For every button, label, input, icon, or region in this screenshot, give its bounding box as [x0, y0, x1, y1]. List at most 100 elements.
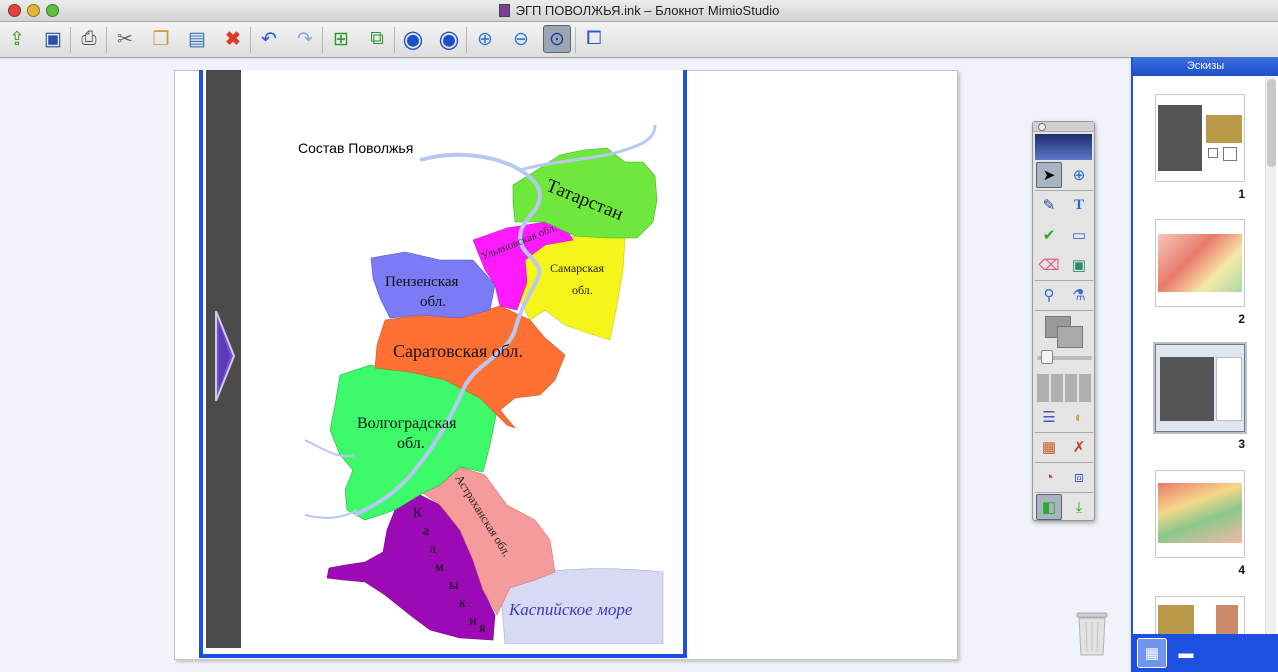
sidebar-header: Эскизы	[1133, 57, 1278, 76]
thumbnail-preview	[1155, 219, 1245, 307]
line-style-icon[interactable]: ☰	[1036, 404, 1062, 430]
zoom-out-icon[interactable]: ⊖	[507, 25, 535, 53]
kalmykia-letter: ы	[449, 578, 459, 593]
sidebar-tabs: ▦ ▬	[1133, 634, 1278, 672]
duplicate-page-icon[interactable]: ⧉	[363, 25, 391, 53]
kalmykia-letter: м	[435, 560, 444, 575]
page-thumbnail-3[interactable]: 3	[1153, 342, 1247, 451]
expand-panel-tab[interactable]	[214, 311, 236, 401]
zoom-in-icon[interactable]: ⊕	[471, 25, 499, 53]
settings-tool-icon[interactable]: ✗	[1066, 434, 1092, 460]
save-icon[interactable]: ▣	[39, 25, 67, 53]
toolbar-separator	[70, 27, 71, 53]
spotlight-tool-icon[interactable]: ◧	[1036, 494, 1062, 520]
kalmykia-letter: а	[423, 524, 430, 539]
eraser-tool-icon[interactable]: ⌫	[1036, 252, 1062, 278]
fill-color-swatch[interactable]	[1057, 326, 1083, 348]
label-samara-line-1: Самарская	[550, 261, 604, 275]
line-width-grid[interactable]	[1037, 374, 1092, 402]
thumbnail-preview	[1155, 596, 1245, 636]
toolbar-separator	[466, 27, 467, 53]
toolbar-separator	[106, 27, 107, 53]
print-icon[interactable]: ⎙	[75, 25, 103, 53]
undo-icon[interactable]: ↶	[255, 25, 283, 53]
sidebar-scroll-thumb[interactable]	[1267, 79, 1276, 167]
document-icon	[498, 4, 510, 17]
eyedropper-tool-icon[interactable]: ⚲	[1036, 282, 1062, 308]
thumbnail-russia-map	[1158, 483, 1242, 543]
page-thumbnail-1[interactable]: 1	[1155, 94, 1245, 201]
kalmykia-letter: л	[429, 542, 436, 557]
gallery-tool-icon[interactable]: ▦	[1036, 434, 1062, 460]
label-caspian-sea: Каспийское море	[508, 600, 633, 619]
previous-page-icon[interactable]: ◉	[399, 25, 427, 53]
paste-icon[interactable]: ▤	[183, 25, 211, 53]
copy-icon[interactable]: ❐	[147, 25, 175, 53]
transparency-slider-handle[interactable]	[1041, 350, 1053, 364]
palette-close-button[interactable]	[1038, 123, 1046, 131]
shape-style-icon[interactable]: ◐	[1066, 404, 1092, 430]
select-tool-icon[interactable]: ➤	[1036, 162, 1062, 188]
minimize-window-button[interactable]	[27, 4, 40, 17]
thumbnails-sidebar: Эскизы 1 2 3 4 ▦ ▬	[1131, 57, 1278, 672]
kalmykia-letter: и	[469, 614, 477, 629]
shape-tool-icon[interactable]: ▭	[1066, 222, 1092, 248]
tool-palette[interactable]: ➤ ⊕ ✎ T ✔ ▭ ⌫ ▣ ⚲ ⚗ ☰ ◐ ▦ ✗ ◔ ⧈ ◧ ⤓	[1032, 121, 1095, 521]
kalmykia-letter: к	[459, 596, 466, 611]
redo-icon[interactable]: ↷	[291, 25, 319, 53]
thumbnail-preview	[1153, 342, 1247, 434]
thumbnail-image	[1206, 115, 1242, 143]
mouse-mode-icon[interactable]: ◔	[1036, 464, 1062, 490]
page-thumbnail-2[interactable]: 2	[1155, 219, 1245, 326]
thumbnails-tab-icon[interactable]: ▦	[1137, 638, 1167, 668]
thumbnail-preview	[1155, 470, 1245, 558]
cut-icon[interactable]: ✂	[111, 25, 139, 53]
zoom-window-button[interactable]	[46, 4, 59, 17]
next-page-icon[interactable]: ◉	[435, 25, 463, 53]
label-volgograd-line-2: обл.	[397, 435, 425, 452]
palette-titlebar[interactable]	[1033, 122, 1094, 132]
label-samara-line-2: обл.	[572, 283, 593, 297]
thumbnail-number: 2	[1238, 312, 1245, 326]
thumbnail-number: 4	[1238, 563, 1245, 577]
page-thumbnail-4[interactable]: 4	[1155, 470, 1245, 577]
close-window-button[interactable]	[8, 4, 21, 17]
new-page-icon[interactable]: ⊞	[327, 25, 355, 53]
trash-icon[interactable]	[1074, 609, 1110, 657]
zoom-fit-icon[interactable]: ⊙	[543, 25, 571, 53]
toolbar-separator	[394, 27, 395, 53]
palette-separator	[1035, 280, 1093, 281]
window-title: ЭГП ПОВОЛЖЬЯ.ink – Блокнот MimioStudio	[515, 3, 780, 18]
fill-tool-icon[interactable]: ⚗	[1066, 282, 1092, 308]
kalmykia-letter: я	[479, 621, 486, 636]
map-caption: Состав Поволжья	[298, 140, 413, 156]
palette-separator	[1035, 432, 1093, 433]
sidebar-scrollbar[interactable]	[1265, 77, 1276, 647]
reveal-tool-icon[interactable]: ⤓	[1066, 494, 1092, 520]
gallery-tab-icon[interactable]: ▬	[1171, 638, 1201, 668]
thumbnail-russia-map	[1158, 234, 1242, 292]
kalmykia-letter: К	[413, 506, 423, 521]
screen-capture-icon[interactable]: ⧈	[1066, 464, 1092, 490]
palette-separator	[1035, 462, 1093, 463]
text-tool-icon[interactable]: T	[1066, 192, 1092, 218]
palette-separator	[1035, 310, 1093, 311]
pen-tool-icon[interactable]: ✎	[1036, 192, 1062, 218]
open-icon[interactable]: ⇪	[3, 25, 31, 53]
page-thumbnail-5[interactable]	[1155, 596, 1245, 636]
delete-icon[interactable]: ✖	[219, 25, 247, 53]
image-tool-icon[interactable]: ▣	[1066, 252, 1092, 278]
main-toolbar: ⇪ ▣ ⎙ ✂ ❐ ▤ ✖ ↶ ↷ ⊞ ⧉ ◉ ◉ ⊕ ⊖ ⊙ ⧠	[0, 22, 1278, 58]
palette-pen-banner	[1035, 134, 1092, 160]
thumbnail-number: 1	[1238, 187, 1245, 201]
screen-mode-icon[interactable]: ⧠	[580, 25, 608, 53]
toolbar-separator	[322, 27, 323, 53]
palette-separator	[1035, 190, 1093, 191]
thumbnail-preview	[1155, 94, 1245, 182]
palette-separator	[1035, 492, 1093, 493]
thumbnail-icon	[1208, 148, 1218, 158]
thumbnail-box	[1223, 147, 1237, 161]
label-penza-line-1: Пензенская	[385, 274, 459, 290]
zoom-tool-icon[interactable]: ⊕	[1066, 162, 1092, 188]
highlighter-tool-icon[interactable]: ✔	[1036, 222, 1062, 248]
